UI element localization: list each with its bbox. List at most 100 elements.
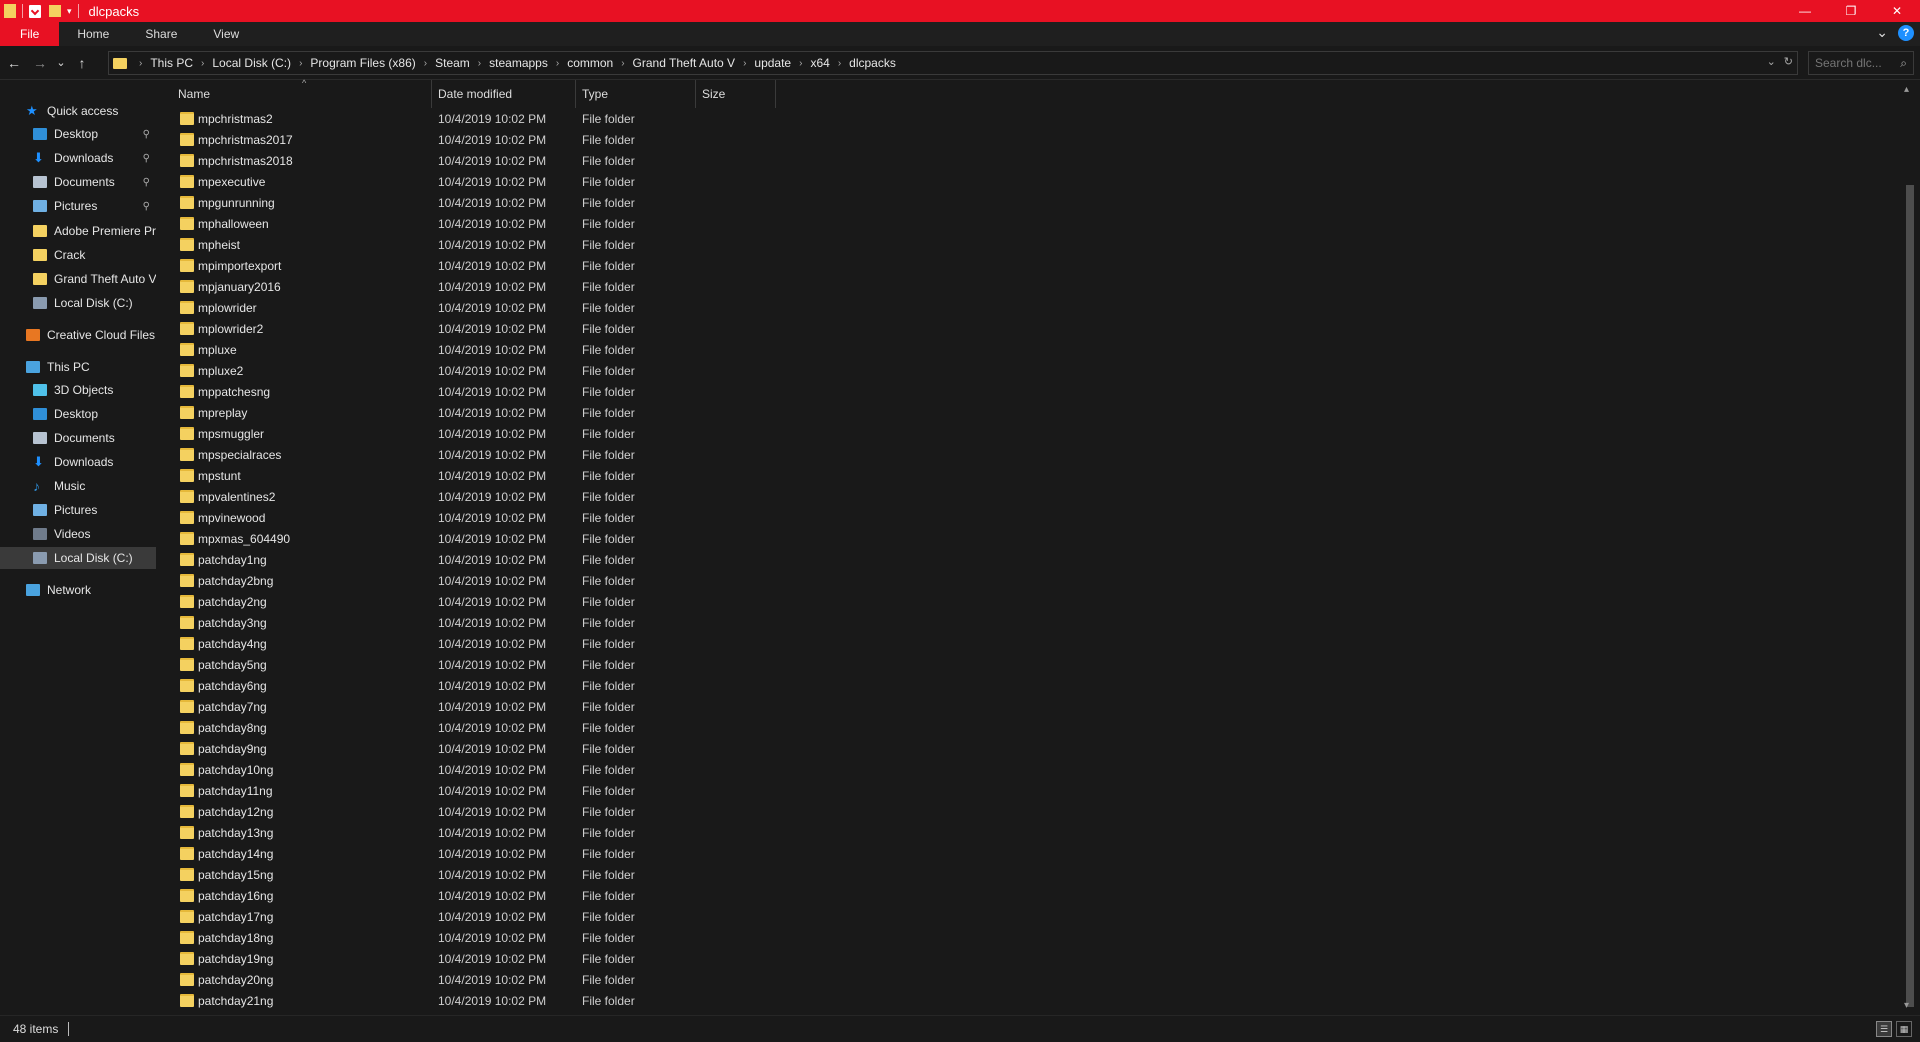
table-row[interactable]: patchday17ng 10/4/2019 10:02 PM File folde…: [160, 906, 760, 927]
expand-ribbon-chevron-icon[interactable]: ⌄: [1876, 24, 1888, 41]
sidebar-item-documents[interactable]: Documents: [0, 427, 156, 449]
sidebar-item-adobe-premiere-pro[interactable]: Adobe Premiere Pro: [0, 220, 156, 242]
table-row[interactable]: mpluxe 10/4/2019 10:02 PM File folder: [160, 339, 760, 360]
sidebar-item-downloads[interactable]: ⬇ Downloads ⚲: [0, 147, 156, 169]
details-view-icon[interactable]: ☰: [1876, 1021, 1892, 1037]
breadcrumb-steam[interactable]: Steam: [435, 56, 470, 70]
breadcrumb-common[interactable]: common: [567, 56, 613, 70]
sidebar-item-videos[interactable]: Videos: [0, 523, 156, 545]
scroll-thumb[interactable]: [1906, 185, 1914, 1007]
table-row[interactable]: patchday19ng 10/4/2019 10:02 PM File folde…: [160, 948, 760, 969]
tab-view[interactable]: View: [195, 22, 257, 46]
table-row[interactable]: patchday13ng 10/4/2019 10:02 PM File folde…: [160, 822, 760, 843]
scroll-down-icon[interactable]: ▾: [1904, 1000, 1909, 1011]
scroll-up-icon[interactable]: ▴: [1904, 84, 1909, 95]
table-row[interactable]: mppatchesng 10/4/2019 10:02 PM File folder: [160, 381, 760, 402]
tab-file[interactable]: File: [0, 22, 60, 46]
breadcrumb-chevron-icon[interactable]: ›: [139, 58, 142, 69]
quick-access-toolbar-chevron-icon[interactable]: ▾: [67, 6, 72, 17]
breadcrumb-update[interactable]: update: [754, 56, 791, 70]
pin-icon[interactable]: ⚲: [143, 201, 150, 212]
properties-icon[interactable]: [29, 4, 41, 18]
table-row[interactable]: mpreplay 10/4/2019 10:02 PM File folder: [160, 402, 760, 423]
vertical-scrollbar[interactable]: ▴ ▾: [1900, 80, 1920, 1015]
minimize-button[interactable]: —: [1782, 0, 1828, 22]
sidebar-item-desktop[interactable]: Desktop ⚲: [0, 123, 156, 145]
sidebar-item-quick-access[interactable]: ★ Quick access: [0, 100, 156, 122]
breadcrumb-gta-v[interactable]: Grand Theft Auto V: [633, 56, 736, 70]
pin-icon[interactable]: ⚲: [143, 153, 150, 164]
tab-share[interactable]: Share: [127, 22, 195, 46]
breadcrumb-chevron-icon[interactable]: ›: [299, 58, 302, 69]
table-row[interactable]: mplowrider2 10/4/2019 10:02 PM File folder: [160, 318, 760, 339]
help-icon[interactable]: ?: [1898, 24, 1914, 41]
search-icon[interactable]: ⌕: [1900, 56, 1907, 71]
table-row[interactable]: mpchristmas2018 10/4/2019 10:02 PM File fo…: [160, 150, 760, 171]
column-header-name[interactable]: Name ^: [172, 78, 432, 108]
refresh-icon[interactable]: ↻: [1784, 55, 1793, 68]
breadcrumb-chevron-icon[interactable]: ›: [743, 58, 746, 69]
breadcrumb-dlcpacks[interactable]: dlcpacks: [849, 56, 896, 70]
sidebar-item-pictures[interactable]: Pictures: [0, 499, 156, 521]
table-row[interactable]: patchday12ng 10/4/2019 10:02 PM File folde…: [160, 801, 760, 822]
back-button[interactable]: ←: [2, 51, 26, 75]
table-row[interactable]: mpxmas_604490 10/4/2019 10:02 PM File fold…: [160, 528, 760, 549]
table-row[interactable]: patchday8ng 10/4/2019 10:02 PM File folder: [160, 717, 760, 738]
sidebar-item-pictures[interactable]: Pictures ⚲: [0, 195, 156, 217]
table-row[interactable]: patchday2bng 10/4/2019 10:02 PM File folde…: [160, 570, 760, 591]
sidebar-item-crack[interactable]: Crack: [0, 244, 156, 266]
table-row[interactable]: patchday20ng 10/4/2019 10:02 PM File folde…: [160, 969, 760, 990]
table-row[interactable]: patchday3ng 10/4/2019 10:02 PM File folder: [160, 612, 760, 633]
tab-home[interactable]: Home: [59, 22, 127, 46]
recent-locations-chevron-icon[interactable]: ⌄: [54, 51, 68, 75]
sidebar-item-documents[interactable]: Documents ⚲: [0, 171, 156, 193]
column-header-type[interactable]: Type: [576, 80, 696, 108]
sidebar-item-3d-objects[interactable]: 3D Objects: [0, 379, 156, 401]
table-row[interactable]: patchday2ng 10/4/2019 10:02 PM File folder: [160, 591, 760, 612]
table-row[interactable]: mplowrider 10/4/2019 10:02 PM File folder: [160, 297, 760, 318]
table-row[interactable]: patchday21ng 10/4/2019 10:02 PM File folde…: [160, 990, 760, 1011]
table-row[interactable]: mpspecialraces 10/4/2019 10:02 PM File fol…: [160, 444, 760, 465]
breadcrumb-this-pc[interactable]: This PC: [150, 56, 193, 70]
search-input[interactable]: [1815, 56, 1895, 70]
breadcrumb-chevron-icon[interactable]: ›: [556, 58, 559, 69]
column-header-date[interactable]: Date modified: [432, 80, 576, 108]
table-row[interactable]: patchday11ng 10/4/2019 10:02 PM File folde…: [160, 780, 760, 801]
address-bar[interactable]: › This PC › Local Disk (C:) › Program Fi…: [108, 51, 1798, 75]
sidebar-item-creative-cloud-files[interactable]: Creative Cloud Files: [0, 324, 156, 346]
breadcrumb-chevron-icon[interactable]: ›: [478, 58, 481, 69]
sidebar-item-this-pc[interactable]: This PC: [0, 356, 156, 378]
breadcrumb-program-files[interactable]: Program Files (x86): [310, 56, 415, 70]
large-icons-view-icon[interactable]: ▦: [1896, 1021, 1912, 1037]
table-row[interactable]: patchday18ng 10/4/2019 10:02 PM File folde…: [160, 927, 760, 948]
breadcrumb-local-disk[interactable]: Local Disk (C:): [212, 56, 291, 70]
breadcrumb-x64[interactable]: x64: [810, 56, 829, 70]
breadcrumb-steamapps[interactable]: steamapps: [489, 56, 548, 70]
table-row[interactable]: mphalloween 10/4/2019 10:02 PM File folder: [160, 213, 760, 234]
sidebar-item-local-disk-c[interactable]: Local Disk (C:): [0, 292, 156, 314]
breadcrumb-chevron-icon[interactable]: ›: [424, 58, 427, 69]
table-row[interactable]: patchday10ng 10/4/2019 10:02 PM File folde…: [160, 759, 760, 780]
close-button[interactable]: ✕: [1874, 0, 1920, 22]
table-row[interactable]: mpchristmas2017 10/4/2019 10:02 PM File fo…: [160, 129, 760, 150]
table-row[interactable]: mpvalentines2 10/4/2019 10:02 PM File fold…: [160, 486, 760, 507]
restore-button[interactable]: ❐: [1828, 0, 1874, 22]
pin-icon[interactable]: ⚲: [143, 129, 150, 140]
table-row[interactable]: patchday6ng 10/4/2019 10:02 PM File folder: [160, 675, 760, 696]
sidebar-item-downloads[interactable]: ⬇ Downloads: [0, 451, 156, 473]
table-row[interactable]: patchday7ng 10/4/2019 10:02 PM File folder: [160, 696, 760, 717]
table-row[interactable]: mpluxe2 10/4/2019 10:02 PM File folder: [160, 360, 760, 381]
address-dropdown-chevron-icon[interactable]: ⌄: [1767, 55, 1776, 68]
new-folder-icon[interactable]: [49, 5, 61, 17]
search-box[interactable]: ⌕: [1808, 51, 1914, 75]
table-row[interactable]: mpstunt 10/4/2019 10:02 PM File folder: [160, 465, 760, 486]
up-button[interactable]: ↑: [70, 51, 94, 75]
table-row[interactable]: mpvinewood 10/4/2019 10:02 PM File folder: [160, 507, 760, 528]
table-row[interactable]: patchday14ng 10/4/2019 10:02 PM File folde…: [160, 843, 760, 864]
table-row[interactable]: mpchristmas2 10/4/2019 10:02 PM File folde…: [160, 108, 760, 129]
sidebar-item-network[interactable]: Network: [0, 579, 156, 601]
breadcrumb-chevron-icon[interactable]: ›: [799, 58, 802, 69]
sidebar-item-desktop[interactable]: Desktop: [0, 403, 156, 425]
table-row[interactable]: mpimportexport 10/4/2019 10:02 PM File fol…: [160, 255, 760, 276]
column-header-size[interactable]: Size: [696, 80, 776, 108]
